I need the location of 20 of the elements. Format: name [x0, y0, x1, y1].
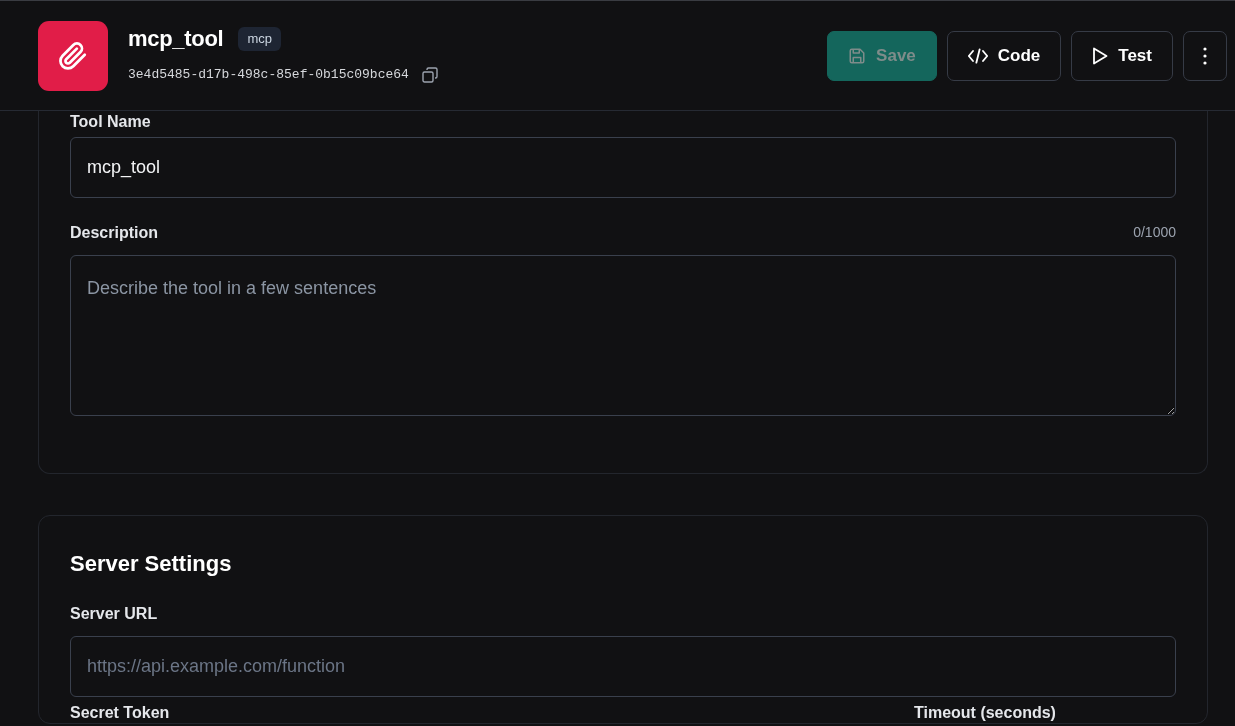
more-options-icon [1203, 46, 1207, 65]
field-label: Server URL [70, 604, 158, 624]
test-button[interactable]: Test [1071, 30, 1173, 81]
text-field[interactable]: https://api.example.com/function [70, 636, 1176, 697]
tool-title: mcp_tool [128, 24, 224, 53]
code-button[interactable]: Code [946, 30, 1062, 81]
play-icon [1092, 46, 1109, 65]
type-tag: mcp [238, 26, 281, 51]
field-label: Timeout (seconds) [914, 703, 1057, 723]
character-counter: 0/1000 [1133, 223, 1176, 242]
description-field[interactable]: Describe the tool in a few sentences [70, 255, 1176, 416]
field-label: Description [70, 222, 158, 243]
section-heading: Server Settings [70, 550, 233, 578]
field-label: Secret Token [70, 703, 171, 723]
code-icon [967, 47, 988, 64]
copy-icon[interactable] [421, 66, 438, 83]
paperclip-icon [38, 20, 108, 91]
text-field[interactable]: mcp_tool [70, 137, 1176, 198]
tool-id: 3e4d5485-d17b-498c-85ef-0b15c09bce64 [128, 65, 409, 84]
field-label: Tool Name [70, 112, 151, 132]
